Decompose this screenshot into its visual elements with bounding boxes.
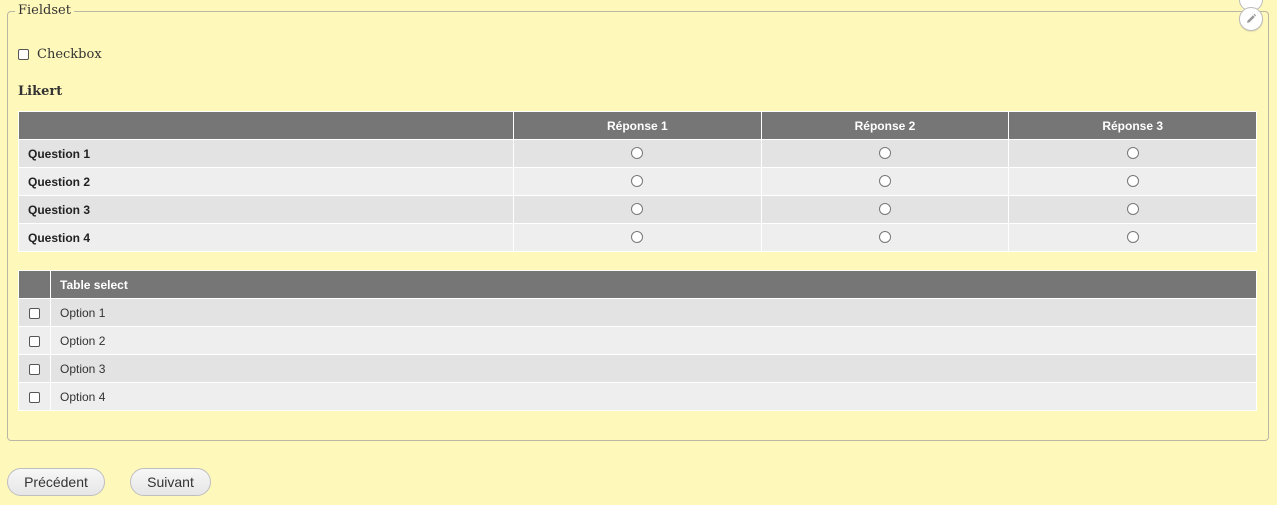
option-checkbox[interactable] (29, 335, 40, 347)
likert-radio[interactable] (878, 175, 891, 188)
checkbox-input[interactable] (18, 49, 29, 60)
likert-row: Question 2 (18, 167, 1257, 196)
likert-row: Question 3 (18, 195, 1257, 224)
pencil-icon (1247, 13, 1257, 23)
fieldset: Fieldset Checkbox Likert Réponse 1 Répon… (7, 0, 1269, 441)
table-select-row[interactable]: Option 4 (18, 382, 1257, 411)
table-select-row[interactable]: Option 1 (18, 298, 1257, 327)
option-label: Option 3 (50, 354, 1257, 383)
likert-radio[interactable] (631, 231, 644, 244)
checkbox-label: Checkbox (37, 47, 102, 62)
previous-button[interactable]: Précédent (7, 468, 105, 496)
checkbox-field[interactable]: Checkbox (18, 47, 102, 62)
likert-title: Likert (18, 84, 63, 99)
option-label: Option 1 (50, 298, 1257, 327)
edit-button[interactable] (1239, 7, 1263, 31)
table-select-row[interactable]: Option 3 (18, 354, 1257, 383)
option-checkbox[interactable] (29, 391, 40, 403)
likert-radio[interactable] (631, 203, 644, 216)
likert-radio[interactable] (878, 203, 891, 216)
likert-table: Réponse 1 Réponse 2 Réponse 3 Question 1… (18, 111, 1257, 252)
next-button[interactable]: Suivant (130, 468, 211, 496)
likert-radio[interactable] (1126, 203, 1139, 216)
likert-question: Question 3 (18, 195, 514, 224)
likert-question: Question 4 (18, 223, 514, 252)
likert-row: Question 4 (18, 223, 1257, 252)
option-checkbox[interactable] (29, 363, 40, 375)
likert-radio[interactable] (1126, 231, 1139, 244)
likert-column-header: Réponse 3 (1008, 111, 1257, 140)
likert-radio[interactable] (1126, 175, 1139, 188)
option-label: Option 4 (50, 382, 1257, 411)
table-select-row[interactable]: Option 2 (18, 326, 1257, 355)
table-select: Table select Option 1 Option 2 Option 3 … (18, 270, 1257, 411)
fieldset-legend: Fieldset (15, 3, 74, 18)
likert-radio[interactable] (631, 175, 644, 188)
option-label: Option 2 (50, 326, 1257, 355)
likert-column-header: Réponse 1 (513, 111, 762, 140)
likert-question: Question 2 (18, 167, 514, 196)
likert-question: Question 1 (18, 139, 514, 168)
likert-header-empty (18, 111, 514, 140)
likert-radio[interactable] (878, 147, 891, 160)
table-select-header: Table select (50, 270, 1257, 299)
likert-radio[interactable] (1126, 147, 1139, 160)
option-checkbox[interactable] (29, 307, 40, 319)
likert-radio[interactable] (631, 147, 644, 160)
likert-radio[interactable] (878, 231, 891, 244)
table-select-header-empty (18, 270, 51, 299)
likert-row: Question 1 (18, 139, 1257, 168)
likert-column-header: Réponse 2 (760, 111, 1010, 140)
